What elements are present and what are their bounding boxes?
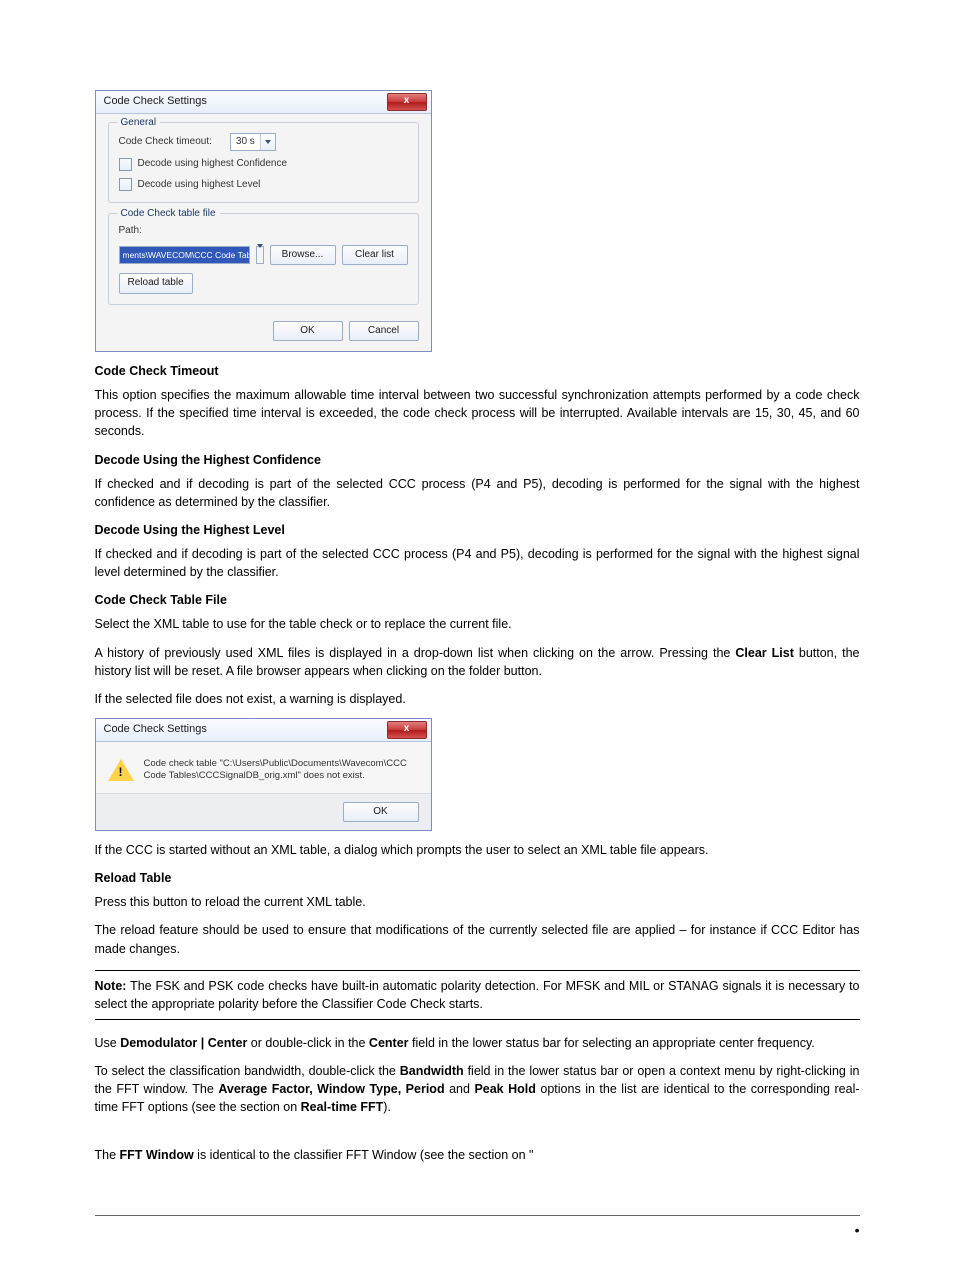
- warning-message: Code check table "C:\Users\Public\Docume…: [144, 758, 419, 783]
- para-fft-window: The FFT Window is identical to the class…: [95, 1146, 860, 1164]
- para-reload-press: Press this button to reload the current …: [95, 893, 860, 911]
- para-no-xml: If the CCC is started without an XML tab…: [95, 841, 860, 859]
- page-footer: •: [95, 1215, 860, 1240]
- heading-highest-confidence: Decode Using the Highest Confidence: [95, 451, 860, 469]
- cancel-button[interactable]: Cancel: [349, 321, 419, 342]
- timeout-label: Code Check timeout:: [119, 135, 212, 150]
- warning-icon: [108, 759, 134, 781]
- heading-reload-table: Reload Table: [95, 869, 860, 887]
- path-label: Path:: [119, 224, 142, 239]
- group-general: General Code Check timeout: 30 s Decode …: [108, 122, 419, 203]
- para-highest-confidence: If checked and if decoding is part of th…: [95, 475, 860, 511]
- heading-highest-level: Decode Using the Highest Level: [95, 521, 860, 539]
- dialog-title: Code Check Settings: [104, 94, 207, 110]
- warning-titlebar[interactable]: Code Check Settings x: [96, 719, 431, 742]
- clear-list-button[interactable]: Clear list: [342, 245, 408, 266]
- para-reload-feature: The reload feature should be used to ens…: [95, 921, 860, 957]
- dialog-titlebar[interactable]: Code Check Settings x: [96, 91, 431, 114]
- heading-code-check-timeout: Code Check Timeout: [95, 362, 860, 380]
- path-input[interactable]: ments\WAVECOM\CCC Code Tables\CCCSignalD…: [119, 246, 250, 264]
- path-history-dropdown[interactable]: [256, 246, 264, 264]
- close-icon[interactable]: x: [387, 93, 427, 111]
- checkbox-highest-confidence-label: Decode using highest Confidence: [138, 157, 288, 172]
- group-general-title: General: [117, 116, 161, 131]
- checkbox-highest-level[interactable]: [119, 178, 132, 191]
- heading-table-file: Code Check Table File: [95, 591, 860, 609]
- group-table-file: Code Check table file Path: ments\WAVECO…: [108, 213, 419, 305]
- warning-ok-button[interactable]: OK: [343, 802, 419, 823]
- warning-dialog-title: Code Check Settings: [104, 722, 207, 738]
- footer-bullet: •: [855, 1220, 860, 1240]
- timeout-combo[interactable]: 30 s: [230, 133, 276, 151]
- para-table-select: Select the XML table to use for the tabl…: [95, 615, 860, 633]
- close-icon[interactable]: x: [387, 721, 427, 739]
- para-history: A history of previously used XML files i…: [95, 644, 860, 680]
- para-bandwidth: To select the classification bandwidth, …: [95, 1062, 860, 1116]
- para-timeout: This option specifies the maximum allowa…: [95, 386, 860, 440]
- note-box: Note: The FSK and PSK code checks have b…: [95, 970, 860, 1020]
- para-warning-info: If the selected file does not exist, a w…: [95, 690, 860, 708]
- para-demod-center: Use Demodulator | Center or double-click…: [95, 1034, 860, 1052]
- group-table-title: Code Check table file: [117, 207, 220, 222]
- chevron-down-icon[interactable]: [260, 134, 275, 150]
- timeout-value: 30 s: [231, 135, 260, 150]
- checkbox-highest-confidence[interactable]: [119, 158, 132, 171]
- checkbox-highest-level-label: Decode using highest Level: [138, 178, 261, 193]
- ok-button[interactable]: OK: [273, 321, 343, 342]
- para-highest-level: If checked and if decoding is part of th…: [95, 545, 860, 581]
- code-check-settings-dialog: Code Check Settings x General Code Check…: [95, 90, 432, 352]
- browse-button[interactable]: Browse...: [270, 245, 336, 266]
- reload-table-button[interactable]: Reload table: [119, 273, 193, 294]
- warning-dialog: Code Check Settings x Code check table "…: [95, 718, 432, 831]
